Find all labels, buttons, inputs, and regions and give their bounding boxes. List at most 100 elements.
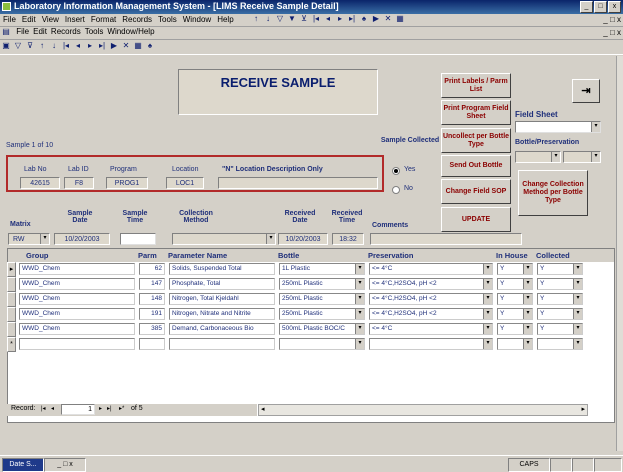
cell-bottle[interactable]: 250mL Plastic ▾	[279, 293, 365, 305]
dropdown-arrow-icon[interactable]: ▾	[355, 339, 364, 349]
send-out-bottle-button[interactable]: Send Out Bottle	[441, 155, 511, 177]
col-in-house[interactable]: In House	[496, 249, 536, 262]
dropdown-arrow-icon[interactable]: ▾	[355, 294, 364, 304]
menu-edit[interactable]: Edit	[19, 14, 39, 24]
dropdown-arrow-icon[interactable]: ▾	[355, 324, 364, 334]
cell-bottle[interactable]: 1L Plastic ▾	[279, 263, 365, 275]
cell-parm[interactable]: 385	[139, 323, 165, 335]
scroll-left-icon[interactable]: ◂	[261, 405, 265, 413]
cell-bottle[interactable]: 500mL Plastic BOC/C ▾	[279, 323, 365, 335]
new-icon[interactable]: ▶	[109, 41, 119, 51]
dropdown-arrow-icon[interactable]: ▾	[573, 324, 582, 334]
sample-date-field[interactable]: 10/20/2003	[54, 233, 110, 245]
cell-in-house[interactable]: ▾	[497, 338, 533, 350]
last-record-icon[interactable]: ▸|	[347, 14, 357, 24]
print-labels-button[interactable]: Print Labels / Parm List	[441, 73, 511, 98]
cell-parameter-name[interactable]: Nitrogen, Total Kjeldahl	[169, 293, 275, 305]
database-icon[interactable]: ▦	[395, 14, 405, 24]
apply-filter-icon[interactable]: ⊻	[299, 14, 309, 24]
cell-preservation[interactable]: <= 4°C,H2SO4, pH <2 ▾	[369, 308, 493, 320]
cell-collected[interactable]: Y ▾	[537, 278, 583, 290]
dropdown-arrow-icon[interactable]: ▾	[266, 234, 275, 244]
nav-first-icon[interactable]: |◂	[61, 41, 71, 51]
dropdown-arrow-icon[interactable]: ▾	[483, 339, 492, 349]
vertical-scrollbar[interactable]	[616, 56, 623, 451]
filter-icon[interactable]: ▽	[13, 41, 23, 51]
dropdown-arrow-icon[interactable]: ▾	[483, 294, 492, 304]
new-record-button[interactable]: ▸*	[119, 405, 124, 412]
cell-parameter-name[interactable]: Demand, Carbonaceous Bio	[169, 323, 275, 335]
cell-parameter-name[interactable]	[169, 338, 275, 350]
sort-desc-icon[interactable]: ↓	[49, 41, 59, 51]
sample-time-field[interactable]	[120, 233, 156, 245]
cell-parm[interactable]: 62	[139, 263, 165, 275]
cell-in-house[interactable]: Y ▾	[497, 293, 533, 305]
cell-collected[interactable]: Y ▾	[537, 263, 583, 275]
update-button[interactable]: UPDATE	[441, 207, 511, 232]
cell-group[interactable]: WWD_Chem	[19, 323, 135, 335]
dropdown-arrow-icon[interactable]: ▾	[523, 294, 532, 304]
nav-last-icon[interactable]: ▸|	[97, 41, 107, 51]
filter-form-icon[interactable]: ▼	[287, 14, 297, 24]
cell-parameter-name[interactable]: Phosphate, Total	[169, 278, 275, 290]
menu2-tools[interactable]: Tools	[83, 27, 106, 36]
col-collected[interactable]: Collected	[536, 249, 614, 262]
menu-help[interactable]: Help	[214, 14, 236, 24]
dropdown-arrow-icon[interactable]: ▾	[591, 152, 600, 162]
collection-method-select[interactable]: ▾	[172, 233, 276, 245]
menu2-file[interactable]: File	[14, 27, 31, 36]
cell-collected[interactable]: ▾	[537, 338, 583, 350]
field-sheet-select[interactable]: ▾	[515, 121, 601, 133]
cell-preservation[interactable]: ▾	[369, 338, 493, 350]
received-time-field[interactable]: 18:32	[332, 233, 364, 245]
find-icon[interactable]: ♠	[359, 14, 369, 24]
next-record-icon[interactable]: ▸	[335, 14, 345, 24]
cell-group[interactable]: WWD_Chem	[19, 308, 135, 320]
dropdown-arrow-icon[interactable]: ▾	[573, 264, 582, 274]
cell-preservation[interactable]: <= 4°C ▾	[369, 323, 493, 335]
save-icon[interactable]: ▣	[1, 41, 11, 51]
cell-bottle[interactable]: ▾	[279, 338, 365, 350]
sort-descending-icon[interactable]: ↓	[263, 14, 273, 24]
minimize-button[interactable]: _	[580, 1, 593, 13]
first-record-button[interactable]: |◂	[41, 405, 46, 412]
radio-no[interactable]	[392, 186, 400, 194]
dropdown-arrow-icon[interactable]: ▾	[523, 279, 532, 289]
dropdown-arrow-icon[interactable]: ▾	[40, 234, 49, 244]
dropdown-arrow-icon[interactable]: ▾	[483, 264, 492, 274]
dropdown-arrow-icon[interactable]: ▾	[573, 339, 582, 349]
next-record-button[interactable]: ▸	[99, 405, 102, 412]
dropdown-arrow-icon[interactable]: ▾	[483, 279, 492, 289]
binoculars-icon[interactable]: ♠	[145, 41, 155, 51]
close-button[interactable]: x	[608, 1, 621, 13]
col-preservation[interactable]: Preservation	[368, 249, 496, 262]
cell-preservation[interactable]: <= 4°C,H2SO4, pH <2 ▾	[369, 278, 493, 290]
filter-apply-icon[interactable]: ⊽	[25, 41, 35, 51]
dropdown-arrow-icon[interactable]: ▾	[355, 264, 364, 274]
menu-view[interactable]: View	[39, 14, 62, 24]
last-record-button[interactable]: ▸|	[107, 405, 112, 412]
cell-collected[interactable]: Y ▾	[537, 308, 583, 320]
cell-collected[interactable]: Y ▾	[537, 323, 583, 335]
dropdown-arrow-icon[interactable]: ▾	[523, 309, 532, 319]
scroll-right-icon[interactable]: ▸	[581, 405, 585, 413]
dropdown-arrow-icon[interactable]: ▾	[523, 324, 532, 334]
change-collection-method-button[interactable]: Change Collection Method per Bottle Type	[518, 170, 588, 216]
dropdown-arrow-icon[interactable]: ▾	[551, 152, 560, 162]
cell-preservation[interactable]: <= 4°C,H2SO4, pH <2 ▾	[369, 293, 493, 305]
nav-next-icon[interactable]: ▸	[85, 41, 95, 51]
cell-bottle[interactable]: 250mL Plastic ▾	[279, 308, 365, 320]
dropdown-arrow-icon[interactable]: ▾	[523, 264, 532, 274]
print-program-field-sheet-button[interactable]: Print Program Field Sheet	[441, 100, 511, 125]
cell-preservation[interactable]: <= 4°C ▾	[369, 263, 493, 275]
col-parameter-name[interactable]: Parameter Name	[168, 249, 278, 262]
cell-in-house[interactable]: Y ▾	[497, 308, 533, 320]
menu2-edit[interactable]: Edit	[31, 27, 49, 36]
comments-field[interactable]	[370, 233, 522, 245]
record-number-input[interactable]: 1	[61, 404, 95, 415]
nav-prev-icon[interactable]: ◂	[73, 41, 83, 51]
taskbar-item[interactable]: Date S...	[2, 458, 44, 472]
menu-insert[interactable]: Insert	[62, 14, 88, 24]
dropdown-arrow-icon[interactable]: ▾	[591, 122, 600, 132]
change-field-sop-button[interactable]: Change Field SOP	[441, 179, 511, 204]
